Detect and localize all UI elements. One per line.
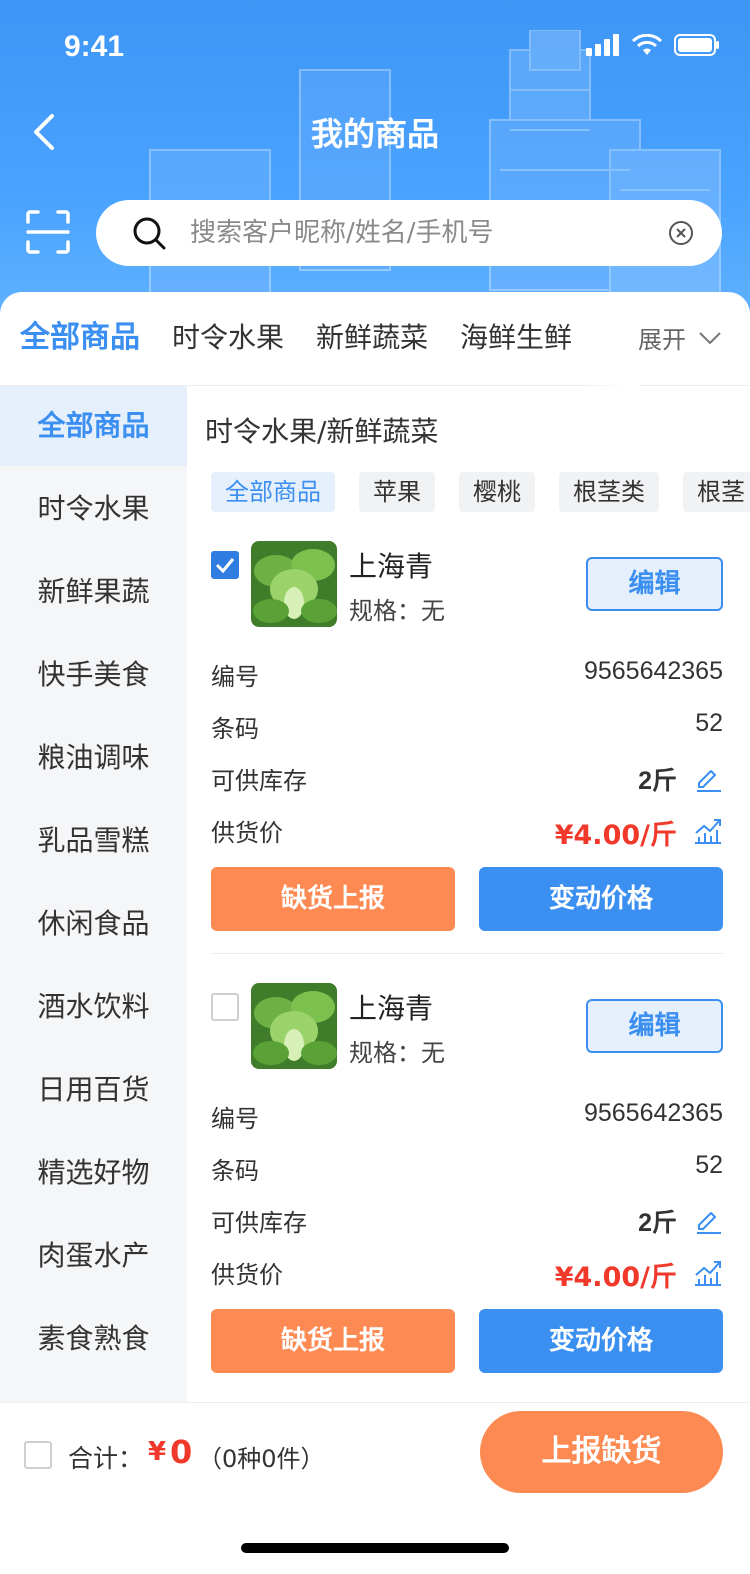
chip-apple[interactable]: 苹果 bbox=[359, 472, 435, 512]
barcode-row: 条码 52 bbox=[211, 1151, 723, 1191]
search-bar[interactable] bbox=[96, 200, 722, 266]
subcategory-chips: 全部商品 苹果 樱桃 根茎类 根茎 bbox=[211, 472, 750, 512]
sidebar-item-grain-oil[interactable]: 粮油调味 bbox=[0, 718, 187, 798]
category-sidebar: 全部商品 时令水果 新鲜果蔬 快手美食 粮油调味 乳品雪糕 休闲食品 酒水饮料 … bbox=[0, 386, 187, 1402]
product-spec: 规格：无 bbox=[349, 597, 445, 625]
stock-row: 可供库存 2斤 bbox=[211, 1203, 723, 1243]
select-all-checkbox[interactable] bbox=[24, 1441, 52, 1469]
price-value: ¥4.00/斤 bbox=[554, 1262, 677, 1293]
chart-trend-icon[interactable] bbox=[693, 815, 723, 845]
product-spec: 规格：无 bbox=[349, 1039, 445, 1067]
code-value: 9565642365 bbox=[583, 657, 723, 685]
sidebar-item-selected[interactable]: 精选好物 bbox=[0, 1133, 187, 1213]
expand-button[interactable]: 展开 bbox=[634, 320, 722, 355]
status-time: 9:41 bbox=[64, 30, 125, 63]
total-count: （0种0件） bbox=[198, 1445, 325, 1473]
tabs-fade bbox=[590, 292, 640, 386]
price-row: 供货价 ¥4.00/斤 bbox=[211, 1255, 723, 1295]
product-list-area: 时令水果/新鲜蔬菜 全部商品 苹果 樱桃 根茎类 根茎 上海青 规格：无 编辑 … bbox=[187, 386, 750, 1402]
barcode-label: 条码 bbox=[211, 715, 259, 743]
code-label: 编号 bbox=[211, 663, 259, 691]
product-image bbox=[251, 983, 337, 1069]
chart-trend-icon[interactable] bbox=[693, 1257, 723, 1287]
report-shortage-button[interactable]: 缺货上报 bbox=[211, 1309, 455, 1373]
stock-value: 2斤 bbox=[638, 767, 677, 795]
code-row: 编号 9565642365 bbox=[211, 1099, 723, 1139]
stock-label: 可供库存 bbox=[211, 767, 307, 795]
barcode-value: 52 bbox=[695, 709, 723, 737]
sidebar-item-seasonal-fruit[interactable]: 时令水果 bbox=[0, 469, 187, 549]
home-indicator bbox=[241, 1543, 509, 1553]
sidebar-item-daily-goods[interactable]: 日用百货 bbox=[0, 1050, 187, 1130]
divider bbox=[211, 953, 723, 954]
change-price-button[interactable]: 变动价格 bbox=[479, 867, 723, 931]
code-label: 编号 bbox=[211, 1105, 259, 1133]
barcode-value: 52 bbox=[695, 1151, 723, 1179]
chip-root-veg-2[interactable]: 根茎 bbox=[683, 472, 750, 512]
sidebar-item-all[interactable]: 全部商品 bbox=[0, 386, 187, 466]
sidebar-item-snacks[interactable]: 休闲食品 bbox=[0, 884, 187, 964]
status-icons bbox=[586, 34, 720, 56]
search-icon bbox=[133, 217, 166, 250]
battery-icon bbox=[674, 34, 719, 56]
sidebar-item-vegetarian[interactable]: 素食熟食 bbox=[0, 1299, 187, 1379]
header: 9:41 我的商品 bbox=[0, 0, 750, 330]
change-price-button[interactable]: 变动价格 bbox=[479, 1309, 723, 1373]
edit-pencil-icon[interactable] bbox=[693, 763, 723, 793]
price-label: 供货价 bbox=[211, 819, 283, 847]
tab-fresh-vegetables[interactable]: 新鲜蔬菜 bbox=[316, 318, 428, 358]
stock-label: 可供库存 bbox=[211, 1209, 307, 1237]
sidebar-item-drinks[interactable]: 酒水饮料 bbox=[0, 967, 187, 1047]
stock-row: 可供库存 2斤 bbox=[211, 761, 723, 801]
total-amount: 0 bbox=[170, 1433, 193, 1471]
barcode-label: 条码 bbox=[211, 1157, 259, 1185]
edit-button[interactable]: 编辑 bbox=[586, 999, 723, 1053]
code-value: 9565642365 bbox=[583, 1099, 723, 1127]
product-name: 上海青 bbox=[349, 550, 434, 583]
edit-button[interactable]: 编辑 bbox=[586, 557, 723, 611]
product-name: 上海青 bbox=[349, 992, 434, 1025]
checkmark-icon bbox=[215, 558, 235, 574]
stock-value: 2斤 bbox=[638, 1209, 677, 1237]
product-checkbox[interactable] bbox=[211, 551, 239, 579]
chip-cherry[interactable]: 樱桃 bbox=[459, 472, 535, 512]
cellular-signal-icon bbox=[586, 34, 619, 56]
tab-seafood[interactable]: 海鲜生鲜 bbox=[460, 318, 572, 358]
price-label: 供货价 bbox=[211, 1261, 283, 1289]
chip-root-veg[interactable]: 根茎类 bbox=[559, 472, 659, 512]
price-value: ¥4.00/斤 bbox=[554, 820, 677, 851]
expand-label: 展开 bbox=[638, 326, 686, 354]
bottom-bar: 合计： ¥ 0 （0种0件） 上报缺货 bbox=[0, 1402, 750, 1574]
search-input[interactable] bbox=[190, 218, 668, 248]
category-tabs: 全部商品 时令水果 新鲜蔬菜 海鲜生鲜 展开 bbox=[0, 292, 750, 386]
sidebar-item-fresh-produce[interactable]: 新鲜果蔬 bbox=[0, 552, 187, 632]
product-image bbox=[251, 541, 337, 627]
sidebar-item-quick-food[interactable]: 快手美食 bbox=[0, 635, 187, 715]
sidebar-item-dairy[interactable]: 乳品雪糕 bbox=[0, 801, 187, 881]
edit-pencil-icon[interactable] bbox=[693, 1205, 723, 1235]
status-bar: 9:41 bbox=[0, 0, 750, 100]
product-checkbox[interactable] bbox=[211, 993, 239, 1021]
barcode-row: 条码 52 bbox=[211, 709, 723, 749]
total-label: 合计： bbox=[68, 1444, 144, 1473]
chevron-down-icon bbox=[699, 331, 721, 344]
tab-seasonal-fruit[interactable]: 时令水果 bbox=[172, 318, 284, 358]
chip-all[interactable]: 全部商品 bbox=[211, 472, 335, 512]
price-row: 供货价 ¥4.00/斤 bbox=[211, 813, 723, 853]
scan-icon[interactable] bbox=[26, 210, 70, 254]
submit-shortage-button[interactable]: 上报缺货 bbox=[480, 1411, 723, 1493]
tab-all-products[interactable]: 全部商品 bbox=[20, 318, 140, 358]
report-shortage-button[interactable]: 缺货上报 bbox=[211, 867, 455, 931]
wifi-icon bbox=[632, 34, 662, 55]
main-card: 全部商品 时令水果 新鲜蔬菜 海鲜生鲜 展开 全部商品 时令水果 新鲜果蔬 快手… bbox=[0, 292, 750, 1574]
code-row: 编号 9565642365 bbox=[211, 657, 723, 697]
clear-icon[interactable] bbox=[668, 220, 694, 246]
total-currency: ¥ bbox=[148, 1437, 167, 1467]
page-title: 我的商品 bbox=[310, 115, 439, 153]
sidebar-item-meat-eggs[interactable]: 肉蛋水产 bbox=[0, 1216, 187, 1296]
breadcrumb: 时令水果/新鲜蔬菜 bbox=[205, 415, 439, 448]
